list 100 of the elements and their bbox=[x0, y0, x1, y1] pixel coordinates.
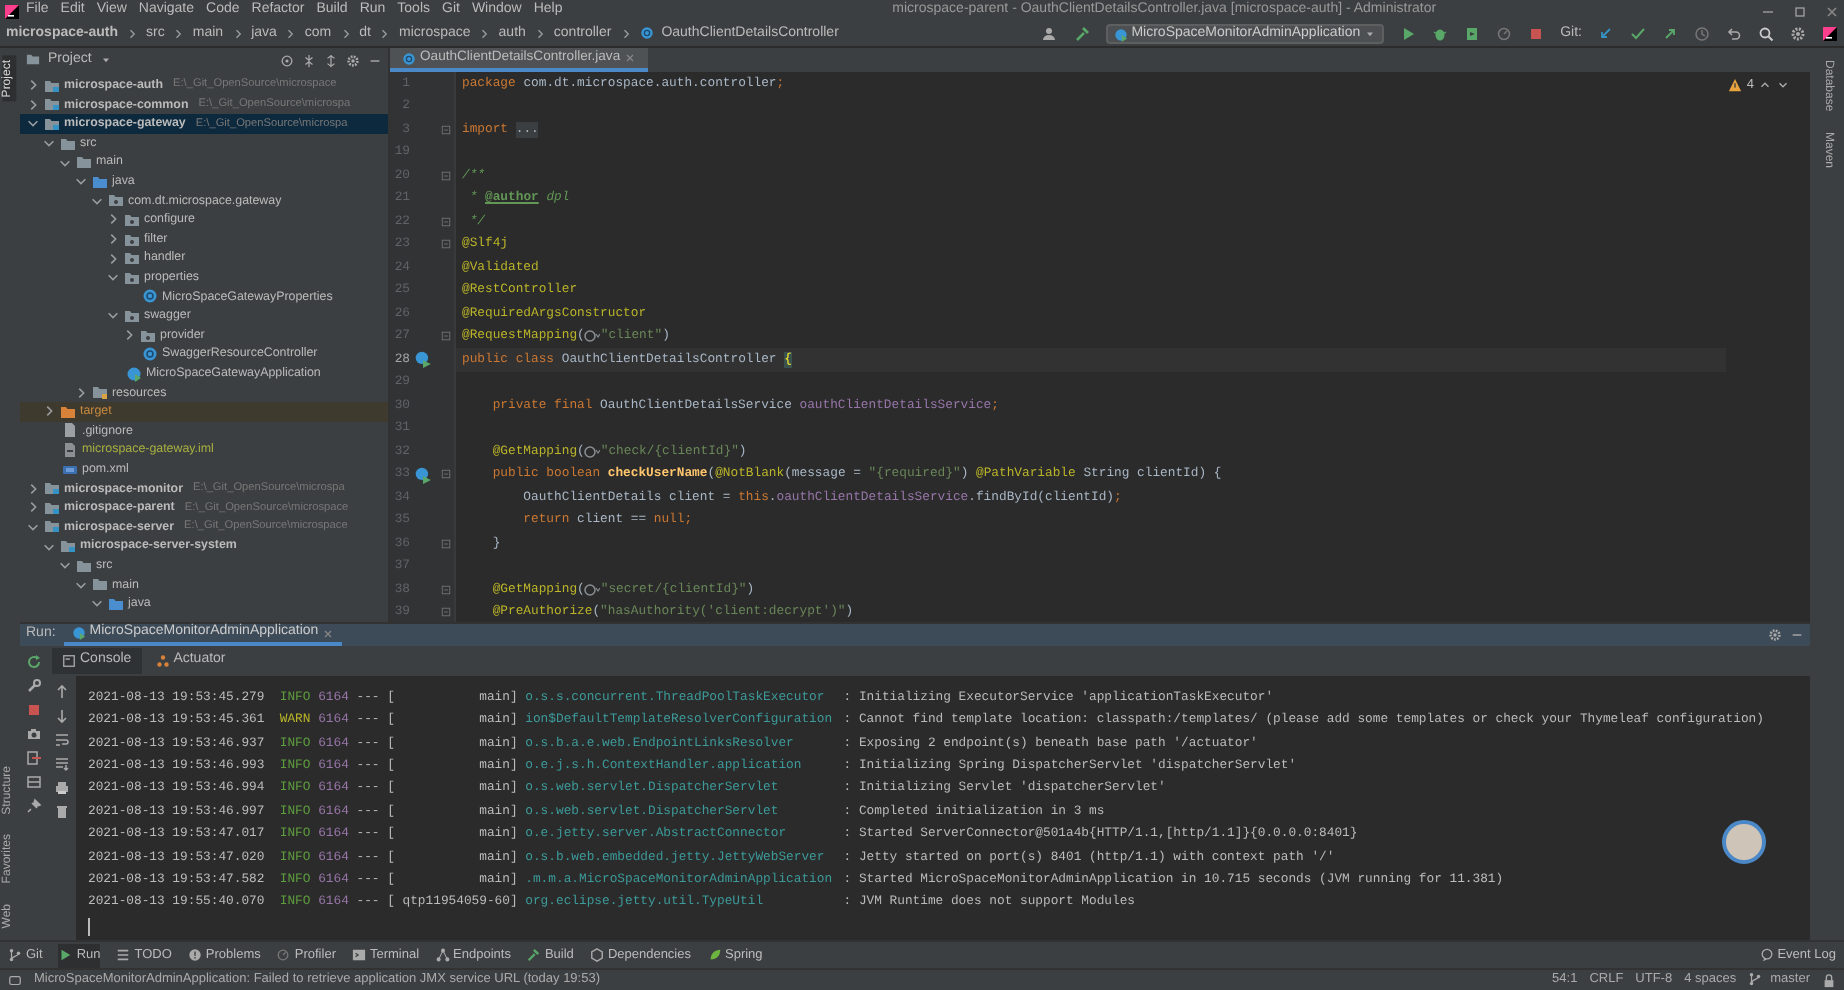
soft-wrap-icon[interactable] bbox=[54, 732, 70, 748]
chevron-icon[interactable] bbox=[106, 308, 120, 323]
chevron-icon bbox=[378, 27, 391, 40]
app-logo-icon[interactable] bbox=[1822, 26, 1838, 42]
leaf-icon bbox=[707, 948, 721, 962]
chevron-icon[interactable] bbox=[90, 596, 104, 611]
chevron-icon[interactable] bbox=[42, 539, 56, 554]
pin-icon[interactable] bbox=[26, 798, 42, 814]
chevron-icon[interactable] bbox=[74, 385, 88, 400]
fold-icon[interactable] bbox=[439, 123, 451, 136]
print-icon[interactable] bbox=[54, 780, 70, 796]
module-folder-icon bbox=[60, 538, 76, 555]
terminal-icon bbox=[351, 948, 366, 962]
close-icon[interactable] bbox=[624, 52, 637, 64]
app-logo-icon bbox=[4, 3, 20, 19]
up-arrow-icon[interactable] bbox=[54, 684, 70, 700]
chevron-icon[interactable] bbox=[42, 136, 56, 151]
rerun-icon[interactable] bbox=[26, 654, 42, 670]
source-folder-icon bbox=[92, 173, 108, 190]
caret-icon bbox=[1364, 28, 1377, 40]
hammer-icon[interactable] bbox=[1073, 26, 1090, 42]
coverage-icon[interactable] bbox=[1464, 26, 1481, 42]
fold-icon[interactable] bbox=[439, 215, 451, 228]
chevron-icon[interactable] bbox=[26, 97, 40, 112]
run-icon[interactable] bbox=[1400, 26, 1417, 42]
chevron-icon[interactable] bbox=[26, 500, 40, 515]
settings-icon[interactable] bbox=[1768, 628, 1782, 642]
application-class-icon bbox=[126, 365, 142, 382]
chevron-icon[interactable] bbox=[26, 78, 40, 93]
app-icon bbox=[1113, 27, 1128, 41]
chevron-icon[interactable] bbox=[42, 404, 56, 419]
chevron-icon[interactable] bbox=[74, 174, 88, 189]
clock-icon[interactable] bbox=[1694, 26, 1710, 42]
run-gutter-icon[interactable] bbox=[414, 465, 432, 484]
close-icon[interactable] bbox=[322, 627, 335, 639]
chevron-icon[interactable] bbox=[26, 519, 40, 534]
chevron-icon[interactable] bbox=[106, 270, 120, 285]
web-icon[interactable] bbox=[584, 443, 601, 460]
lock-icon[interactable] bbox=[1822, 973, 1836, 987]
gauge-icon[interactable] bbox=[1496, 26, 1513, 42]
branch-icon bbox=[8, 948, 22, 962]
chevron-icon[interactable] bbox=[58, 155, 72, 170]
run-gutter-icon[interactable] bbox=[414, 350, 432, 369]
fold-icon[interactable] bbox=[439, 606, 451, 619]
package-folder-icon bbox=[140, 327, 156, 344]
fold-icon[interactable] bbox=[439, 583, 451, 596]
minimize-icon[interactable] bbox=[1790, 628, 1804, 642]
update-arrow-icon[interactable] bbox=[1598, 26, 1614, 42]
wrench-icon[interactable] bbox=[26, 678, 42, 694]
user-icon[interactable] bbox=[1041, 26, 1058, 42]
maximize-icon[interactable] bbox=[1792, 3, 1808, 19]
web-icon[interactable] bbox=[584, 581, 601, 598]
scroll-to-end-icon[interactable] bbox=[54, 756, 70, 772]
settings-icon[interactable] bbox=[346, 53, 360, 67]
chevron-icon[interactable] bbox=[58, 558, 72, 573]
chevron-icon bbox=[619, 27, 632, 40]
push-arrow-icon[interactable] bbox=[1662, 26, 1678, 42]
collapse-all-icon[interactable] bbox=[302, 53, 316, 67]
avatar-placeholder[interactable] bbox=[1722, 820, 1766, 864]
chevron-icon[interactable] bbox=[106, 212, 120, 227]
chevron-icon bbox=[533, 27, 546, 40]
chevron-icon[interactable] bbox=[26, 481, 40, 496]
expand-all-icon[interactable] bbox=[324, 53, 338, 67]
fold-icon[interactable] bbox=[439, 169, 451, 182]
fold-icon[interactable] bbox=[439, 468, 451, 481]
undo-icon[interactable] bbox=[1726, 26, 1742, 42]
folder-icon bbox=[60, 403, 76, 420]
chevron-icon[interactable] bbox=[90, 193, 104, 208]
trash-icon[interactable] bbox=[54, 804, 70, 820]
close-icon[interactable] bbox=[1824, 3, 1840, 19]
web-icon[interactable] bbox=[584, 328, 601, 345]
warning-icon[interactable] bbox=[1728, 78, 1743, 93]
hexagon-icon bbox=[589, 948, 604, 962]
chevron-icon bbox=[126, 27, 139, 40]
fold-icon[interactable] bbox=[439, 238, 451, 251]
chevron-icon bbox=[284, 27, 297, 40]
file-icon bbox=[62, 442, 78, 459]
stop-icon[interactable] bbox=[26, 702, 42, 718]
chevron-up-icon[interactable] bbox=[1758, 78, 1772, 93]
chevron-icon[interactable] bbox=[26, 116, 40, 131]
chevron-icon[interactable] bbox=[106, 251, 120, 266]
locate-icon[interactable] bbox=[280, 53, 294, 67]
check-icon[interactable] bbox=[1630, 26, 1646, 42]
chevron-icon[interactable] bbox=[122, 328, 136, 343]
camera-icon[interactable] bbox=[26, 726, 42, 742]
application-class-icon bbox=[71, 626, 86, 640]
fold-icon[interactable] bbox=[439, 330, 451, 343]
chevron-down-icon[interactable] bbox=[1776, 78, 1790, 93]
fold-icon[interactable] bbox=[439, 537, 451, 550]
settings-icon[interactable] bbox=[1790, 26, 1806, 42]
message-icon[interactable] bbox=[8, 973, 22, 987]
bug-icon[interactable] bbox=[1432, 26, 1449, 42]
search-icon[interactable] bbox=[1758, 26, 1774, 42]
chevron-icon[interactable] bbox=[74, 577, 88, 592]
down-arrow-icon[interactable] bbox=[54, 708, 70, 724]
folder-icon bbox=[26, 52, 40, 67]
stop-icon[interactable] bbox=[1528, 26, 1545, 42]
exit-icon[interactable] bbox=[26, 750, 42, 766]
layout-icon[interactable] bbox=[26, 774, 42, 790]
chevron-icon[interactable] bbox=[106, 232, 120, 247]
